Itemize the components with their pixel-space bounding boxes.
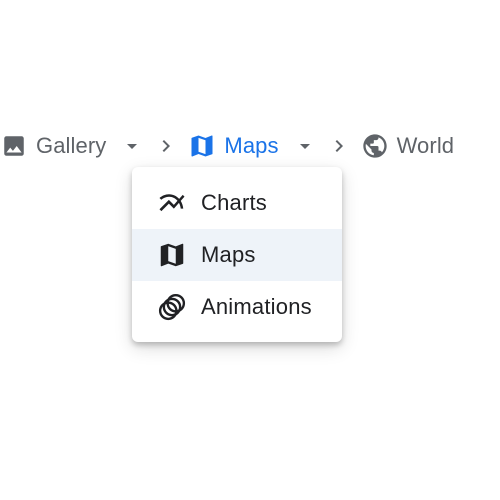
breadcrumb: Gallery Maps World: [0, 124, 454, 168]
menu-item-label: Maps: [201, 242, 256, 267]
animation-icon: [156, 291, 188, 323]
map-icon: [188, 132, 216, 160]
chevron-right-icon: [154, 134, 178, 158]
menu-item-animations[interactable]: Animations: [132, 281, 342, 333]
caret-down-icon[interactable]: [293, 134, 317, 158]
menu-item-charts[interactable]: Charts: [132, 177, 342, 229]
breadcrumb-item-world[interactable]: World: [361, 124, 455, 168]
chevron-right-icon: [327, 134, 351, 158]
breadcrumb-label: World: [396, 133, 455, 158]
breadcrumb-item-maps[interactable]: Maps: [188, 124, 316, 168]
globe-icon: [361, 132, 389, 160]
menu-item-label: Animations: [201, 294, 312, 319]
menu-item-label: Charts: [201, 190, 267, 215]
image-icon: [0, 132, 28, 160]
breadcrumb-label: Maps: [224, 133, 279, 158]
breadcrumb-item-gallery[interactable]: Gallery: [0, 124, 144, 168]
dropdown-menu: Charts Maps Animations: [132, 167, 342, 342]
stage: Gallery Maps World Charts Maps Animation…: [0, 0, 500, 500]
chart-line-icon: [156, 187, 188, 219]
breadcrumb-label: Gallery: [36, 133, 107, 158]
menu-item-maps[interactable]: Maps: [132, 229, 342, 281]
caret-down-icon[interactable]: [120, 134, 144, 158]
map-icon: [156, 239, 188, 271]
